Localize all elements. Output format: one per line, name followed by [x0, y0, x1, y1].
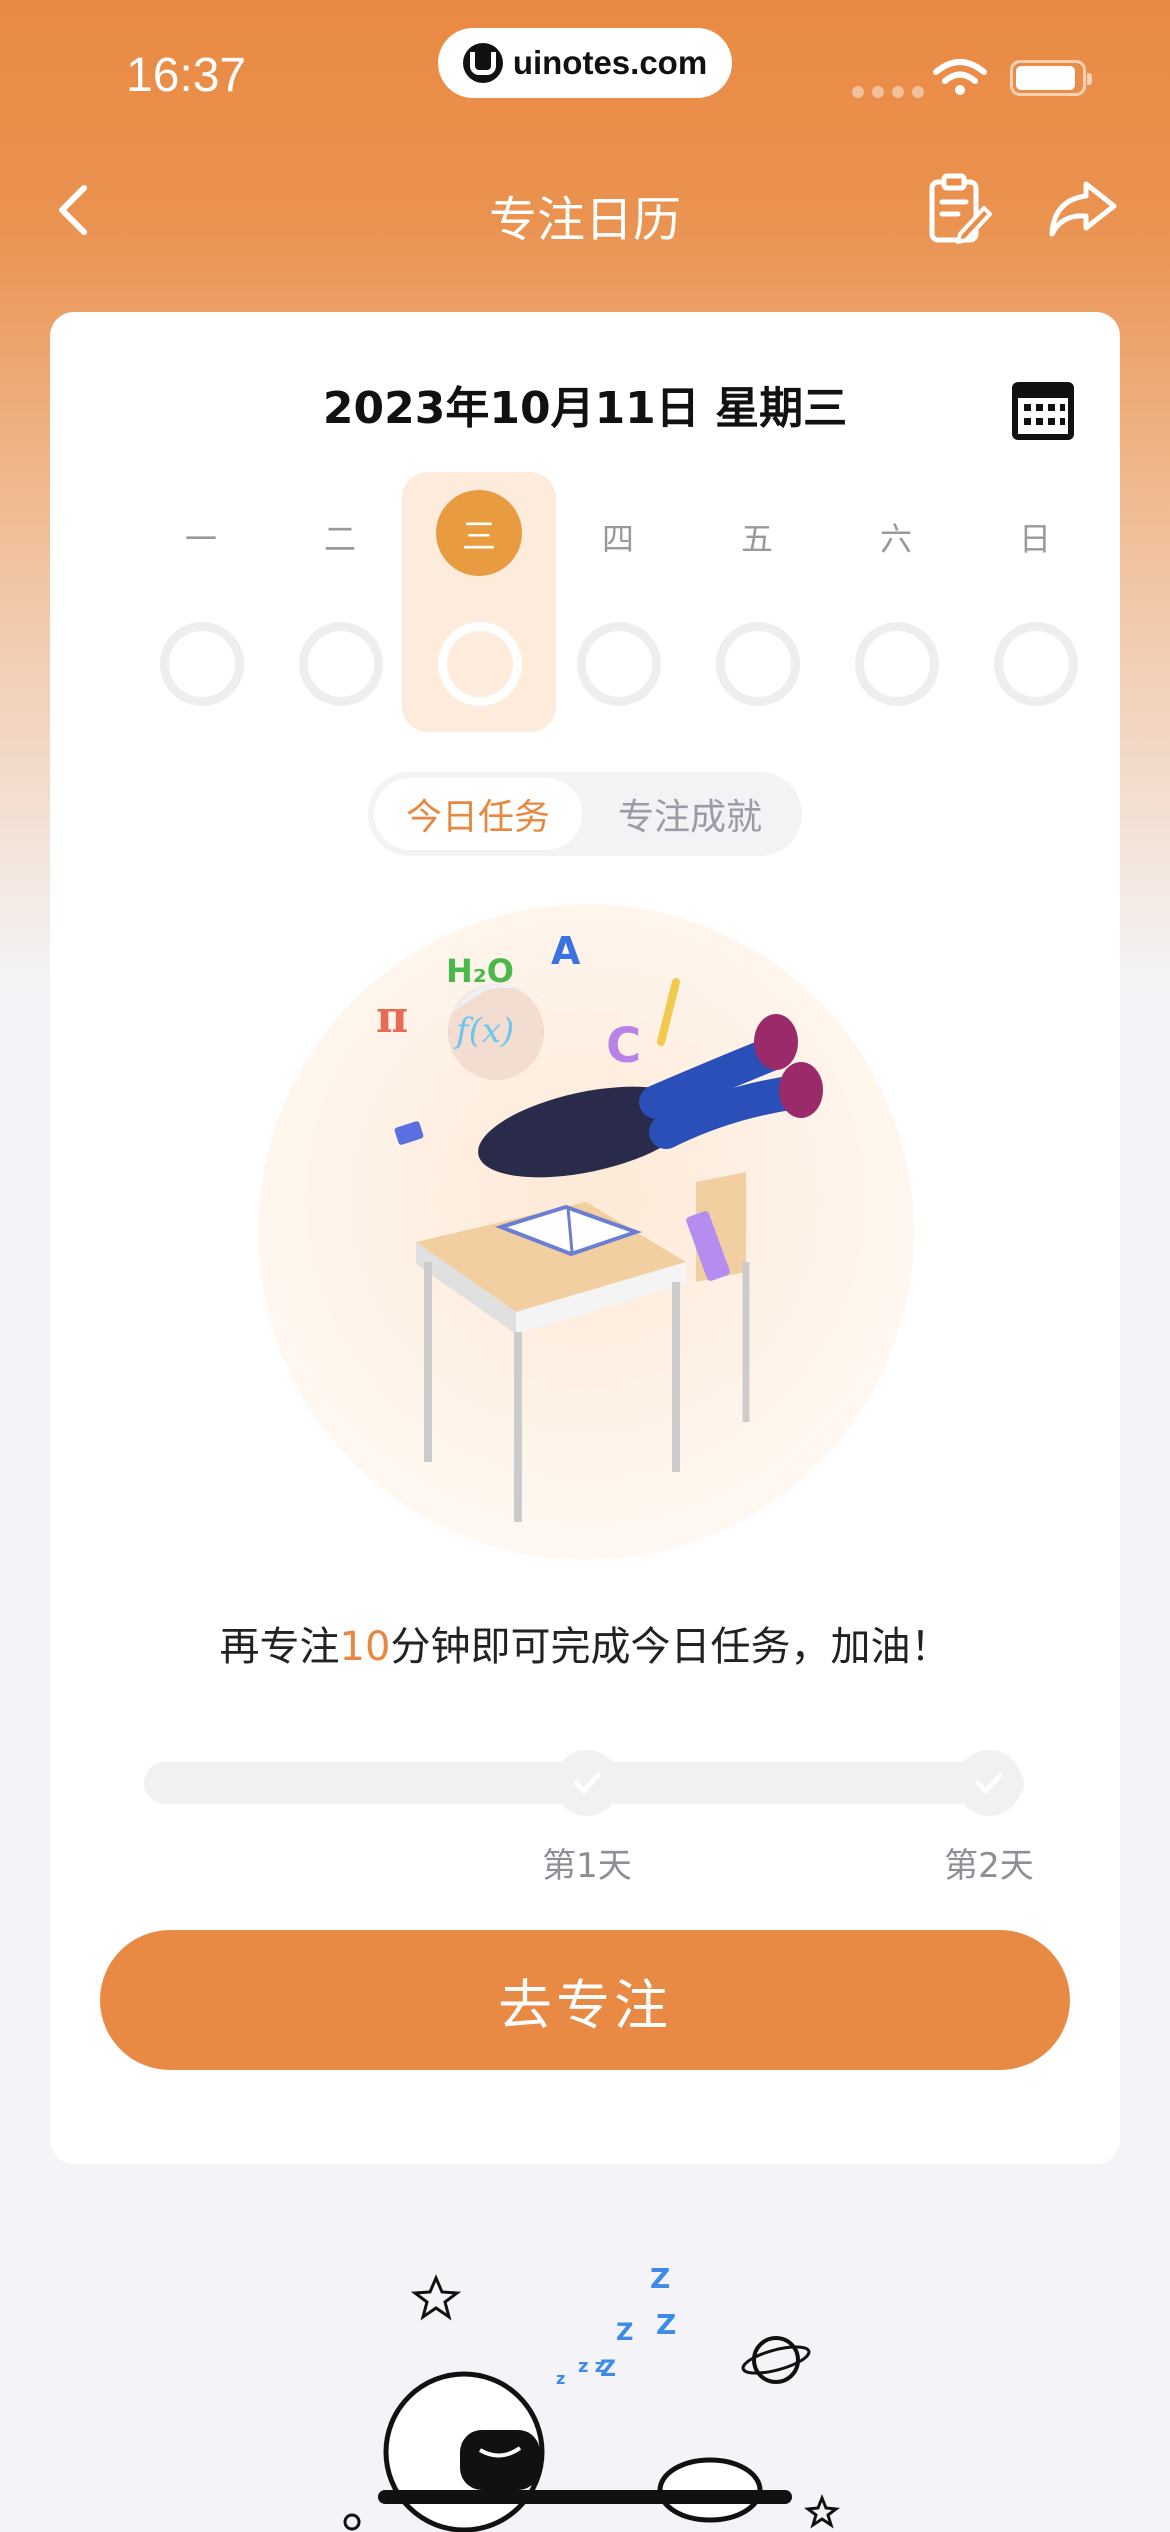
day-saturday[interactable]: 六	[819, 472, 973, 732]
day-friday[interactable]: 五	[680, 472, 834, 732]
day-progress-ring	[160, 622, 244, 706]
share-icon[interactable]	[1046, 178, 1120, 240]
status-time: 16:37	[126, 49, 247, 102]
go-focus-button[interactable]: 去专注	[100, 1930, 1070, 2070]
status-bar: 16:37 uinotes.com	[0, 0, 1170, 140]
url-pill[interactable]: uinotes.com	[438, 28, 732, 98]
url-text: uinotes.com	[512, 44, 708, 81]
day-label: 二	[323, 520, 356, 558]
day-label: 一	[184, 520, 217, 558]
milestone-label-day-1: 第1天	[542, 1846, 632, 1886]
day-label: 五	[740, 520, 773, 558]
check-icon	[573, 1772, 601, 1794]
cellular-signal-icon	[852, 86, 924, 98]
battery-icon	[1010, 60, 1092, 96]
task-tabs: 今日任务 专注成就	[368, 772, 802, 856]
focus-calendar-card: 2023年10月11日 星期三 一 二 三 四 五 六 日 今日任务 专注成就 …	[50, 312, 1120, 2164]
day-progress-ring	[994, 622, 1078, 706]
svg-text:Z: Z	[656, 2308, 676, 2341]
svg-text:z: z	[556, 2369, 565, 2388]
milestone-day-2	[956, 1750, 1022, 1816]
day-wednesday-selected[interactable]: 三	[402, 472, 556, 732]
tab-focus-achievement[interactable]: 专注成就	[584, 778, 796, 850]
check-icon	[975, 1772, 1003, 1794]
day-label: 日	[1018, 520, 1051, 558]
day-sunday[interactable]: 日	[958, 472, 1112, 732]
day-label-selected: 三	[436, 490, 522, 576]
milestone-day-1	[554, 1750, 620, 1816]
svg-text:C: C	[606, 1018, 641, 1074]
svg-text:H₂O: H₂O	[446, 952, 514, 990]
calendar-icon[interactable]	[1010, 380, 1076, 442]
svg-text:f(x): f(x)	[453, 1011, 514, 1051]
day-monday[interactable]: 一	[124, 472, 278, 732]
studying-character-illustration: π H₂O A C f(x)	[258, 904, 914, 1560]
home-indicator	[378, 2490, 792, 2504]
remaining-minutes: 10	[339, 1624, 391, 1670]
site-logo-icon	[462, 43, 503, 83]
day-tuesday[interactable]: 二	[263, 472, 417, 732]
svg-text:Z: Z	[650, 2262, 670, 2295]
day-progress-ring	[855, 622, 939, 706]
svg-text:A: A	[551, 929, 581, 973]
day-progress-ring	[299, 622, 383, 706]
milestone-label-day-2: 第2天	[944, 1846, 1034, 1886]
svg-text:Z: Z	[616, 2318, 633, 2346]
svg-text:z z: z z	[578, 2356, 605, 2377]
svg-text:π: π	[376, 992, 408, 1043]
day-label: 四	[601, 520, 634, 558]
day-label: 六	[879, 520, 912, 558]
day-progress-ring	[438, 622, 522, 706]
date-title: 2023年10月11日 星期三	[322, 383, 848, 434]
wifi-icon	[933, 59, 987, 95]
report-icon[interactable]	[926, 172, 996, 246]
week-strip: 一 二 三 四 五 六 日	[124, 472, 1078, 732]
day-thursday[interactable]: 四	[541, 472, 695, 732]
day-progress-ring	[716, 622, 800, 706]
day-progress-ring	[577, 622, 661, 706]
task-encouragement: 再专注10分钟即可完成今日任务，加油！	[219, 1624, 951, 1670]
tab-today-task[interactable]: 今日任务	[374, 778, 582, 850]
